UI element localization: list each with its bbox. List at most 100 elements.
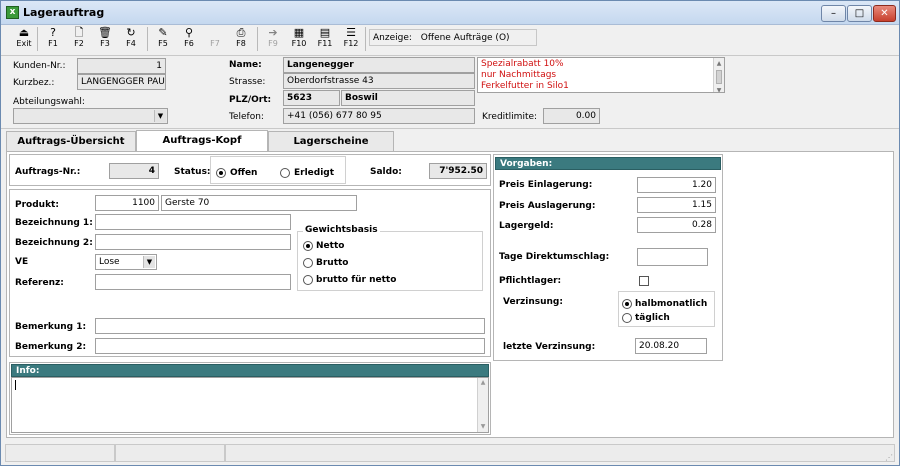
refresh-icon: ↻ (126, 26, 136, 39)
toolbar-button-f12[interactable]: ☰ F12 (339, 25, 363, 53)
toolbar-button-f4[interactable]: ↻ F4 (119, 25, 143, 53)
anzeige-box: Anzeige: Offene Aufträge (O) (369, 29, 537, 46)
kurzbez-field[interactable]: LANGENGGER PAU (77, 74, 166, 90)
saldo-field[interactable]: 7'952.50 (429, 163, 487, 179)
scroll-up-icon[interactable]: ▲ (714, 58, 724, 69)
status-bar-cell (115, 444, 225, 462)
exit-icon: ⏏ (18, 26, 30, 39)
scroll-up-icon[interactable]: ▲ (478, 378, 488, 388)
toolbar-button-label: F10 (291, 39, 307, 48)
verzinsung-taeglich-radio[interactable] (622, 313, 632, 323)
toolbar-separator (37, 27, 38, 51)
minimize-button[interactable]: – (821, 5, 846, 22)
toolbar-button-f10[interactable]: ▦ F10 (287, 25, 311, 53)
chevron-down-icon: ▼ (143, 256, 155, 268)
name-label: Name: (229, 60, 262, 70)
auftrags-nr-field[interactable]: 4 (109, 163, 159, 179)
status-erledigt-radio[interactable] (280, 168, 290, 178)
referenz-label: Referenz: (15, 278, 64, 288)
status-bar-cell (225, 444, 895, 462)
toolbar-button-f11[interactable]: ▤ F11 (313, 25, 337, 53)
abteilung-select[interactable]: ▼ (13, 108, 168, 124)
toolbar-button-label: F6 (184, 39, 194, 48)
toolbar-button-f7[interactable]: F7 (203, 25, 227, 53)
kunden-nr-label: Kunden-Nr.: (13, 61, 66, 71)
info-title: Info: (11, 364, 489, 377)
plz-field[interactable]: 5623 (283, 90, 340, 106)
scroll-down-icon[interactable]: ▼ (478, 422, 488, 432)
produkt-name-field[interactable]: Gerste 70 (161, 195, 357, 211)
kreditlimite-field[interactable]: 0.00 (543, 108, 600, 124)
close-button[interactable]: ✕ (873, 5, 896, 22)
gewicht-netto-radio[interactable] (303, 241, 313, 251)
bemerkung-1-field[interactable] (95, 318, 485, 334)
resize-grip-icon[interactable]: ⋰ (885, 453, 893, 462)
toolbar-button-label: F3 (100, 39, 110, 48)
scroll-down-icon[interactable]: ▼ (714, 85, 724, 92)
search-icon: ⚲ (184, 26, 194, 39)
scroll-thumb[interactable] (716, 70, 722, 84)
bezeichnung-2-field[interactable] (95, 234, 291, 250)
tab-auftrags-uebersicht[interactable]: Auftrags-Übersicht (6, 131, 136, 152)
toolbar-button-exit[interactable]: ⏏ Exit (12, 25, 36, 53)
toolbar-button-f6[interactable]: ⚲ F6 (177, 25, 201, 53)
toolbar-button-f1[interactable]: ? F1 (41, 25, 65, 53)
pflichtlager-checkbox[interactable] (639, 276, 649, 286)
gewicht-brutto-fuer-netto-radio[interactable] (303, 275, 313, 285)
gewichtsbasis-title: Gewichtsbasis (303, 225, 380, 235)
toolbar-button-f2[interactable]: 🗋 F2 (67, 25, 91, 53)
app-icon: x (6, 6, 19, 19)
toolbar-button-f3[interactable]: 🗑 F3 (93, 25, 117, 53)
tab-auftrags-kopf[interactable]: Auftrags-Kopf (136, 130, 268, 152)
strasse-field[interactable]: Oberdorfstrasse 43 (283, 73, 475, 89)
bezeichnung-1-field[interactable] (95, 214, 291, 230)
preis-einlagerung-label: Preis Einlagerung: (499, 180, 593, 190)
toolbar-button-f9[interactable]: ➔ F9 (261, 25, 285, 53)
info-scrollbar[interactable]: ▲ ▼ (477, 378, 488, 432)
customer-notes[interactable]: Spezialrabatt 10% nur Nachmittags Ferkel… (477, 57, 725, 93)
verzinsung-halbmonatlich-radio[interactable] (622, 299, 632, 309)
notes-scrollbar[interactable]: ▲ ▼ (713, 58, 724, 92)
status-label: Status: (174, 167, 211, 177)
status-offen-label: Offen (230, 168, 258, 178)
info-textarea[interactable]: ▲ ▼ (11, 377, 489, 433)
print-icon: ⎙ (236, 26, 246, 39)
vorgaben-title: Vorgaben: (495, 157, 721, 170)
referenz-field[interactable] (95, 274, 291, 290)
kurzbez-label: Kurzbez.: (13, 78, 55, 88)
toolbar-button-label: F7 (210, 39, 220, 48)
telefon-field[interactable]: +41 (056) 677 80 95 (283, 108, 475, 124)
toolbar-button-label: F5 (158, 39, 168, 48)
maximize-button[interactable]: □ (847, 5, 872, 22)
tab-lagerscheine[interactable]: Lagerscheine (268, 131, 394, 152)
notes-icon: ☰ (346, 26, 356, 39)
gewicht-netto-label: Netto (316, 241, 345, 251)
divider (1, 55, 899, 56)
gewicht-brutto-radio[interactable] (303, 258, 313, 268)
name-field[interactable]: Langenegger (283, 57, 475, 73)
window-title: Lagerauftrag (23, 6, 105, 19)
edit-list-icon: ✎ (158, 26, 168, 39)
letzte-verzinsung-label: letzte Verzinsung: (503, 342, 596, 352)
status-offen-radio[interactable] (216, 168, 226, 178)
letzte-verzinsung-field[interactable]: 20.08.20 (635, 338, 707, 354)
ort-field[interactable]: Boswil (341, 90, 475, 106)
bemerkung-2-label: Bemerkung 2: (15, 342, 87, 352)
preis-einlagerung-field[interactable]: 1.20 (637, 177, 716, 193)
anzeige-label: Anzeige: (373, 33, 412, 43)
toolbar-button-f8[interactable]: ⎙ F8 (229, 25, 253, 53)
preis-auslagerung-field[interactable]: 1.15 (637, 197, 716, 213)
toolbar-separator (365, 27, 366, 51)
toolbar-button-label: F2 (74, 39, 84, 48)
kunden-nr-field[interactable]: 1 (77, 58, 166, 74)
toolbar-button-label: F9 (268, 39, 278, 48)
kreditlimite-label: Kreditlimite: (482, 112, 538, 122)
lagergeld-field[interactable]: 0.28 (637, 217, 716, 233)
toolbar-button-f5[interactable]: ✎ F5 (151, 25, 175, 53)
produkt-nr-field[interactable]: 1100 (95, 195, 159, 211)
tage-direktumschlag-field[interactable] (637, 248, 708, 266)
bemerkung-2-field[interactable] (95, 338, 485, 354)
strasse-label: Strasse: (229, 77, 266, 87)
app-window: x Lagerauftrag – □ ✕ ⏏ Exit? F1 🗋 F2 🗑 F3 ↻ F4 ✎ F… (0, 0, 900, 466)
ve-select[interactable]: Lose ▼ (95, 254, 157, 270)
